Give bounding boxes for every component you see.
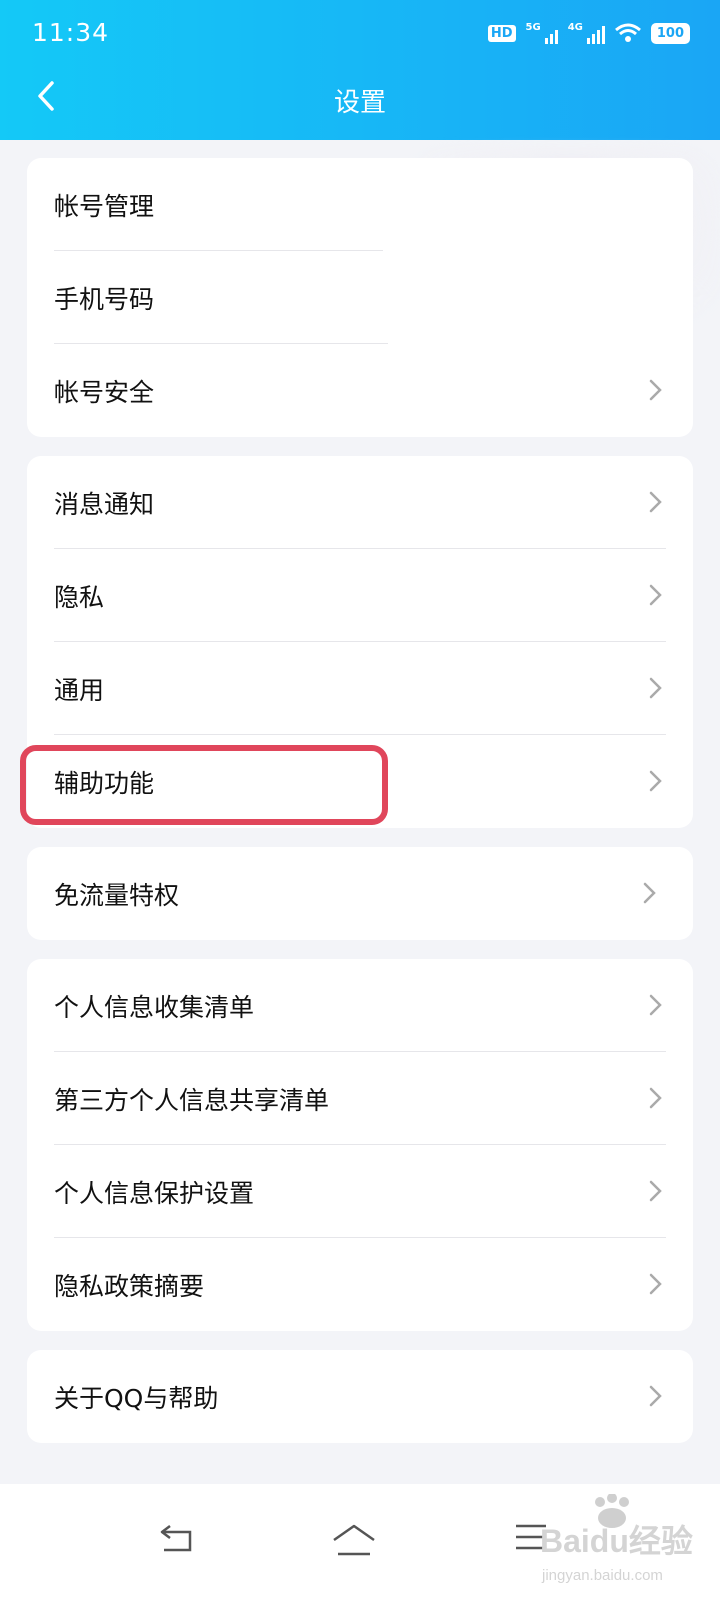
item-label: 消息通知 <box>54 489 155 519</box>
chevron-right-icon <box>649 994 662 1016</box>
chevron-right-icon <box>649 1087 662 1109</box>
item-label: 手机号码 <box>54 284 155 314</box>
settings-item-free-data[interactable]: 免流量特权 <box>27 847 693 940</box>
item-label: 关于QQ与帮助 <box>54 1383 219 1413</box>
chevron-right-icon <box>649 677 662 699</box>
chevron-right-icon <box>649 584 662 606</box>
status-bar: 11:34 HD 5G 4G 100 <box>0 0 720 68</box>
item-label: 隐私 <box>54 582 105 612</box>
item-label: 隐私政策摘要 <box>54 1271 205 1301</box>
status-time: 11:34 <box>32 18 110 47</box>
settings-item-account-management[interactable]: 帐号管理 <box>27 158 693 251</box>
item-label: 免流量特权 <box>54 880 180 910</box>
item-label: 第三方个人信息共享清单 <box>54 1085 330 1115</box>
item-label: 帐号安全 <box>54 377 155 407</box>
settings-item-info-protection[interactable]: 个人信息保护设置 <box>27 1145 693 1238</box>
hd-icon: HD <box>487 24 516 42</box>
header-bar: 11:34 HD 5G 4G 100 设置 <box>0 0 720 140</box>
back-icon[interactable] <box>158 1522 194 1556</box>
settings-item-privacy-policy-summary[interactable]: 隐私政策摘要 <box>27 1238 693 1331</box>
baidu-watermark-logo: Baidu经验 jingyan.baidu.com <box>540 1494 693 1584</box>
item-label: 个人信息收集清单 <box>54 992 255 1022</box>
settings-group-data: 免流量特权 <box>27 847 693 940</box>
status-icons: HD 5G 4G 100 <box>487 22 690 44</box>
settings-item-account-security[interactable]: 帐号安全 <box>27 344 693 437</box>
svg-text:Baidu经验: Baidu经验 <box>540 1523 693 1559</box>
wifi-icon <box>614 23 641 42</box>
settings-item-phone-number[interactable]: 手机号码 <box>27 251 693 344</box>
chevron-right-icon <box>649 379 662 401</box>
chevron-right-icon <box>649 1385 662 1407</box>
battery-icon: 100 <box>650 22 690 44</box>
settings-group-personal-info: 个人信息收集清单 第三方个人信息共享清单 个人信息保护设置 隐私政策摘要 <box>27 959 693 1331</box>
item-label: 通用 <box>54 675 105 705</box>
settings-item-notifications[interactable]: 消息通知 <box>27 456 693 549</box>
settings-item-about-help[interactable]: 关于QQ与帮助 <box>27 1350 693 1443</box>
settings-item-info-collection-list[interactable]: 个人信息收集清单 <box>27 959 693 1052</box>
settings-item-general[interactable]: 通用 <box>27 642 693 735</box>
chevron-right-icon <box>643 882 656 904</box>
settings-item-privacy[interactable]: 隐私 <box>27 549 693 642</box>
highlight-annotation <box>20 745 388 825</box>
chevron-right-icon <box>649 1273 662 1295</box>
settings-group-about: 关于QQ与帮助 <box>27 1350 693 1443</box>
item-label: 帐号管理 <box>54 191 155 221</box>
settings-item-third-party-sharing-list[interactable]: 第三方个人信息共享清单 <box>27 1052 693 1145</box>
chevron-right-icon <box>649 770 662 792</box>
settings-group-account: 帐号管理 手机号码 帐号安全 <box>27 158 693 437</box>
chevron-right-icon <box>649 1180 662 1202</box>
item-label: 个人信息保护设置 <box>54 1178 255 1208</box>
svg-text:jingyan.baidu.com: jingyan.baidu.com <box>541 1567 663 1584</box>
signal-4g-icon: 4G <box>568 22 605 44</box>
page-title: 设置 <box>333 88 386 118</box>
signal-5g-icon: 5G <box>526 22 558 44</box>
chevron-right-icon <box>649 491 662 513</box>
home-icon[interactable] <box>330 1522 378 1558</box>
